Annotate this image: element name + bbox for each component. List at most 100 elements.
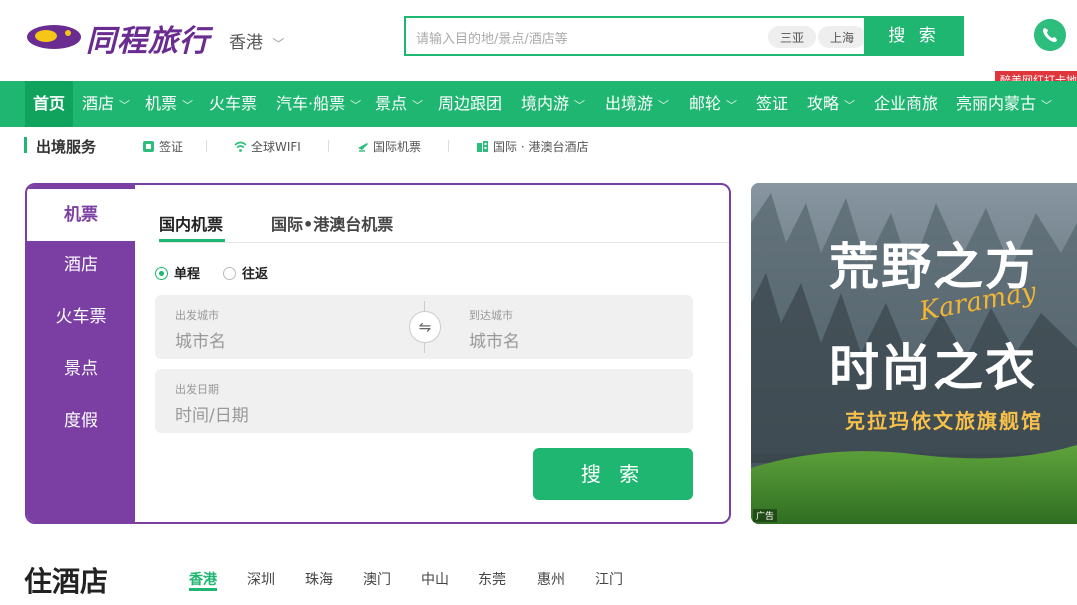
nav-item-bus-ferry[interactable]: 汽车·船票 ﹀ <box>276 81 361 127</box>
nav-label: 首页 <box>33 94 66 113</box>
hot-search-chip[interactable]: 上海 <box>818 26 867 48</box>
brand-logo-icon[interactable] <box>24 20 82 52</box>
city-tab[interactable]: 中山 <box>421 569 449 589</box>
search-bar: 请输入目的地/景点/酒店等 三亚 上海 搜 索 <box>404 16 964 56</box>
arrival-city-input[interactable]: 城市名 <box>469 327 520 352</box>
subnav-label: 国际 · 港澳台酒店 <box>493 140 589 154</box>
subnav-item-visa[interactable]: 签证 <box>142 138 183 155</box>
promo-banner[interactable]: 荒野之方 Karamay 时尚之衣 克拉玛依文旅旗舰馆 广告 <box>751 183 1077 524</box>
subnav-title: 出境服务 <box>36 138 97 156</box>
city-tab[interactable]: 珠海 <box>305 569 333 589</box>
departure-date-field[interactable]: 出发日期 时间/日期 <box>155 369 693 433</box>
chevron-down-icon: ﹀ <box>658 99 670 112</box>
radio-one-way[interactable]: 单程 <box>155 263 200 282</box>
nav-item-flight[interactable]: 机票 ﹀ <box>145 81 193 127</box>
subnav-item-wifi[interactable]: 全球WIFI <box>234 138 301 155</box>
booking-panel: 机票 酒店 火车票 景点 度假 国内机票 国际•港澳台机票 单程 往返 出发城市… <box>25 183 731 524</box>
nav-label: 攻略 <box>807 94 840 113</box>
divider <box>328 140 329 152</box>
subnav-label: 全球WIFI <box>251 140 301 154</box>
tab-international-flight[interactable]: 国际•港澳台机票 <box>271 211 393 235</box>
search-input[interactable]: 请输入目的地/景点/酒店等 <box>416 28 568 47</box>
hotel-icon <box>477 141 488 152</box>
active-city-indicator <box>189 588 217 591</box>
departure-city-field[interactable]: 出发城市 城市名 <box>155 295 410 359</box>
city-tab[interactable]: 澳门 <box>363 569 391 589</box>
radio-label: 往返 <box>242 267 269 282</box>
nav-item-nearby-tours[interactable]: 周边跟团 <box>438 81 502 127</box>
divider <box>448 140 449 152</box>
swap-cities-icon[interactable]: ⇋ <box>409 311 441 343</box>
arrival-city-field[interactable]: 到达城市 城市名 <box>445 295 693 359</box>
nav-item-domestic[interactable]: 境内游 ﹀ <box>521 81 585 127</box>
nav-item-inner-mongolia[interactable]: 亮丽内蒙古 ﹀ <box>956 81 1052 127</box>
nav-item-business-travel[interactable]: 企业商旅 <box>874 81 938 127</box>
hot-search-chip[interactable]: 三亚 <box>768 26 817 48</box>
city-tab[interactable]: 江门 <box>595 569 623 589</box>
section-title: 住酒店 <box>24 565 109 598</box>
city-label: 香港 <box>229 33 263 53</box>
subnav-accent <box>24 137 27 153</box>
radio-round-trip[interactable]: 往返 <box>223 263 268 282</box>
nav-label: 企业商旅 <box>874 94 939 113</box>
chevron-down-icon: ﹀ <box>1041 99 1053 112</box>
radio-checked-icon <box>155 267 168 280</box>
city-tab[interactable]: 香港 <box>189 569 217 589</box>
category-hotel[interactable]: 酒店 <box>27 239 135 291</box>
nav-label: 酒店 <box>82 94 115 113</box>
chevron-down-icon: ﹀ <box>412 99 424 112</box>
category-vacation[interactable]: 度假 <box>27 395 135 447</box>
nav-label: 邮轮 <box>689 94 722 113</box>
nav-label: 签证 <box>756 94 789 113</box>
city-tab[interactable]: 东莞 <box>478 569 506 589</box>
subnav-item-intl-hotel[interactable]: 国际 · 港澳台酒店 <box>476 138 588 155</box>
chevron-down-icon: ﹀ <box>574 99 586 112</box>
nav-label: 出境游 <box>605 94 654 113</box>
nav-item-outbound[interactable]: 出境游 ﹀ <box>605 81 669 127</box>
city-selector[interactable]: 香港 ﹀ <box>229 28 284 53</box>
wifi-icon <box>234 141 247 152</box>
nav-label: 境内游 <box>521 94 570 113</box>
flight-search-button[interactable]: 搜 索 <box>533 448 693 500</box>
category-flight[interactable]: 机票 <box>27 189 135 241</box>
nav-item-guides[interactable]: 攻略 ﹀ <box>807 81 855 127</box>
subnav-label: 签证 <box>159 140 184 154</box>
tab-divider <box>159 242 729 243</box>
phone-icon[interactable] <box>1034 19 1066 51</box>
category-train[interactable]: 火车票 <box>27 291 135 343</box>
departure-city-input[interactable]: 城市名 <box>175 327 226 352</box>
departure-city-label: 出发城市 <box>175 309 219 322</box>
nav-label: 亮丽内蒙古 <box>956 94 1037 113</box>
nav-label: 景点 <box>375 94 408 113</box>
chevron-down-icon: ﹀ <box>119 99 131 112</box>
category-attractions[interactable]: 景点 <box>27 343 135 395</box>
brand-name[interactable]: 同程旅行 <box>86 16 210 60</box>
city-tab[interactable]: 深圳 <box>247 569 275 589</box>
nav-item-visa[interactable]: 签证 <box>756 81 788 127</box>
chevron-down-icon: ﹀ <box>182 99 194 112</box>
banner-headline: 时尚之衣 <box>829 338 1037 397</box>
nav-item-attractions[interactable]: 景点 ﹀ <box>375 81 423 127</box>
chevron-down-icon: ﹀ <box>726 99 738 112</box>
chevron-down-icon: ﹀ <box>272 37 285 51</box>
search-button[interactable]: 搜 索 <box>864 16 964 56</box>
city-tab[interactable]: 惠州 <box>537 569 565 589</box>
radio-unchecked-icon <box>223 267 236 280</box>
banner-caption: 克拉玛依文旅旗舰馆 <box>845 409 1043 433</box>
nav-label: 周边跟团 <box>438 94 503 113</box>
chevron-down-icon: ﹀ <box>844 99 856 112</box>
booking-category-sidebar: 机票 酒店 火车票 景点 度假 <box>27 185 135 522</box>
plane-icon <box>358 143 368 152</box>
nav-item-home[interactable]: 首页 <box>25 81 74 127</box>
nav-item-train[interactable]: 火车票 <box>209 81 257 127</box>
radio-label: 单程 <box>174 267 201 282</box>
chevron-down-icon: ﹀ <box>350 99 362 112</box>
subnav-label: 国际机票 <box>373 140 422 154</box>
tab-domestic-flight[interactable]: 国内机票 <box>159 211 223 235</box>
divider <box>206 140 207 152</box>
nav-item-cruise[interactable]: 邮轮 ﹀ <box>689 81 737 127</box>
departure-date-input[interactable]: 时间/日期 <box>175 401 249 426</box>
nav-item-hotel[interactable]: 酒店 ﹀ <box>82 81 130 127</box>
subnav-item-intl-flight[interactable]: 国际机票 <box>356 138 421 155</box>
ad-badge: 广告 <box>753 509 778 522</box>
